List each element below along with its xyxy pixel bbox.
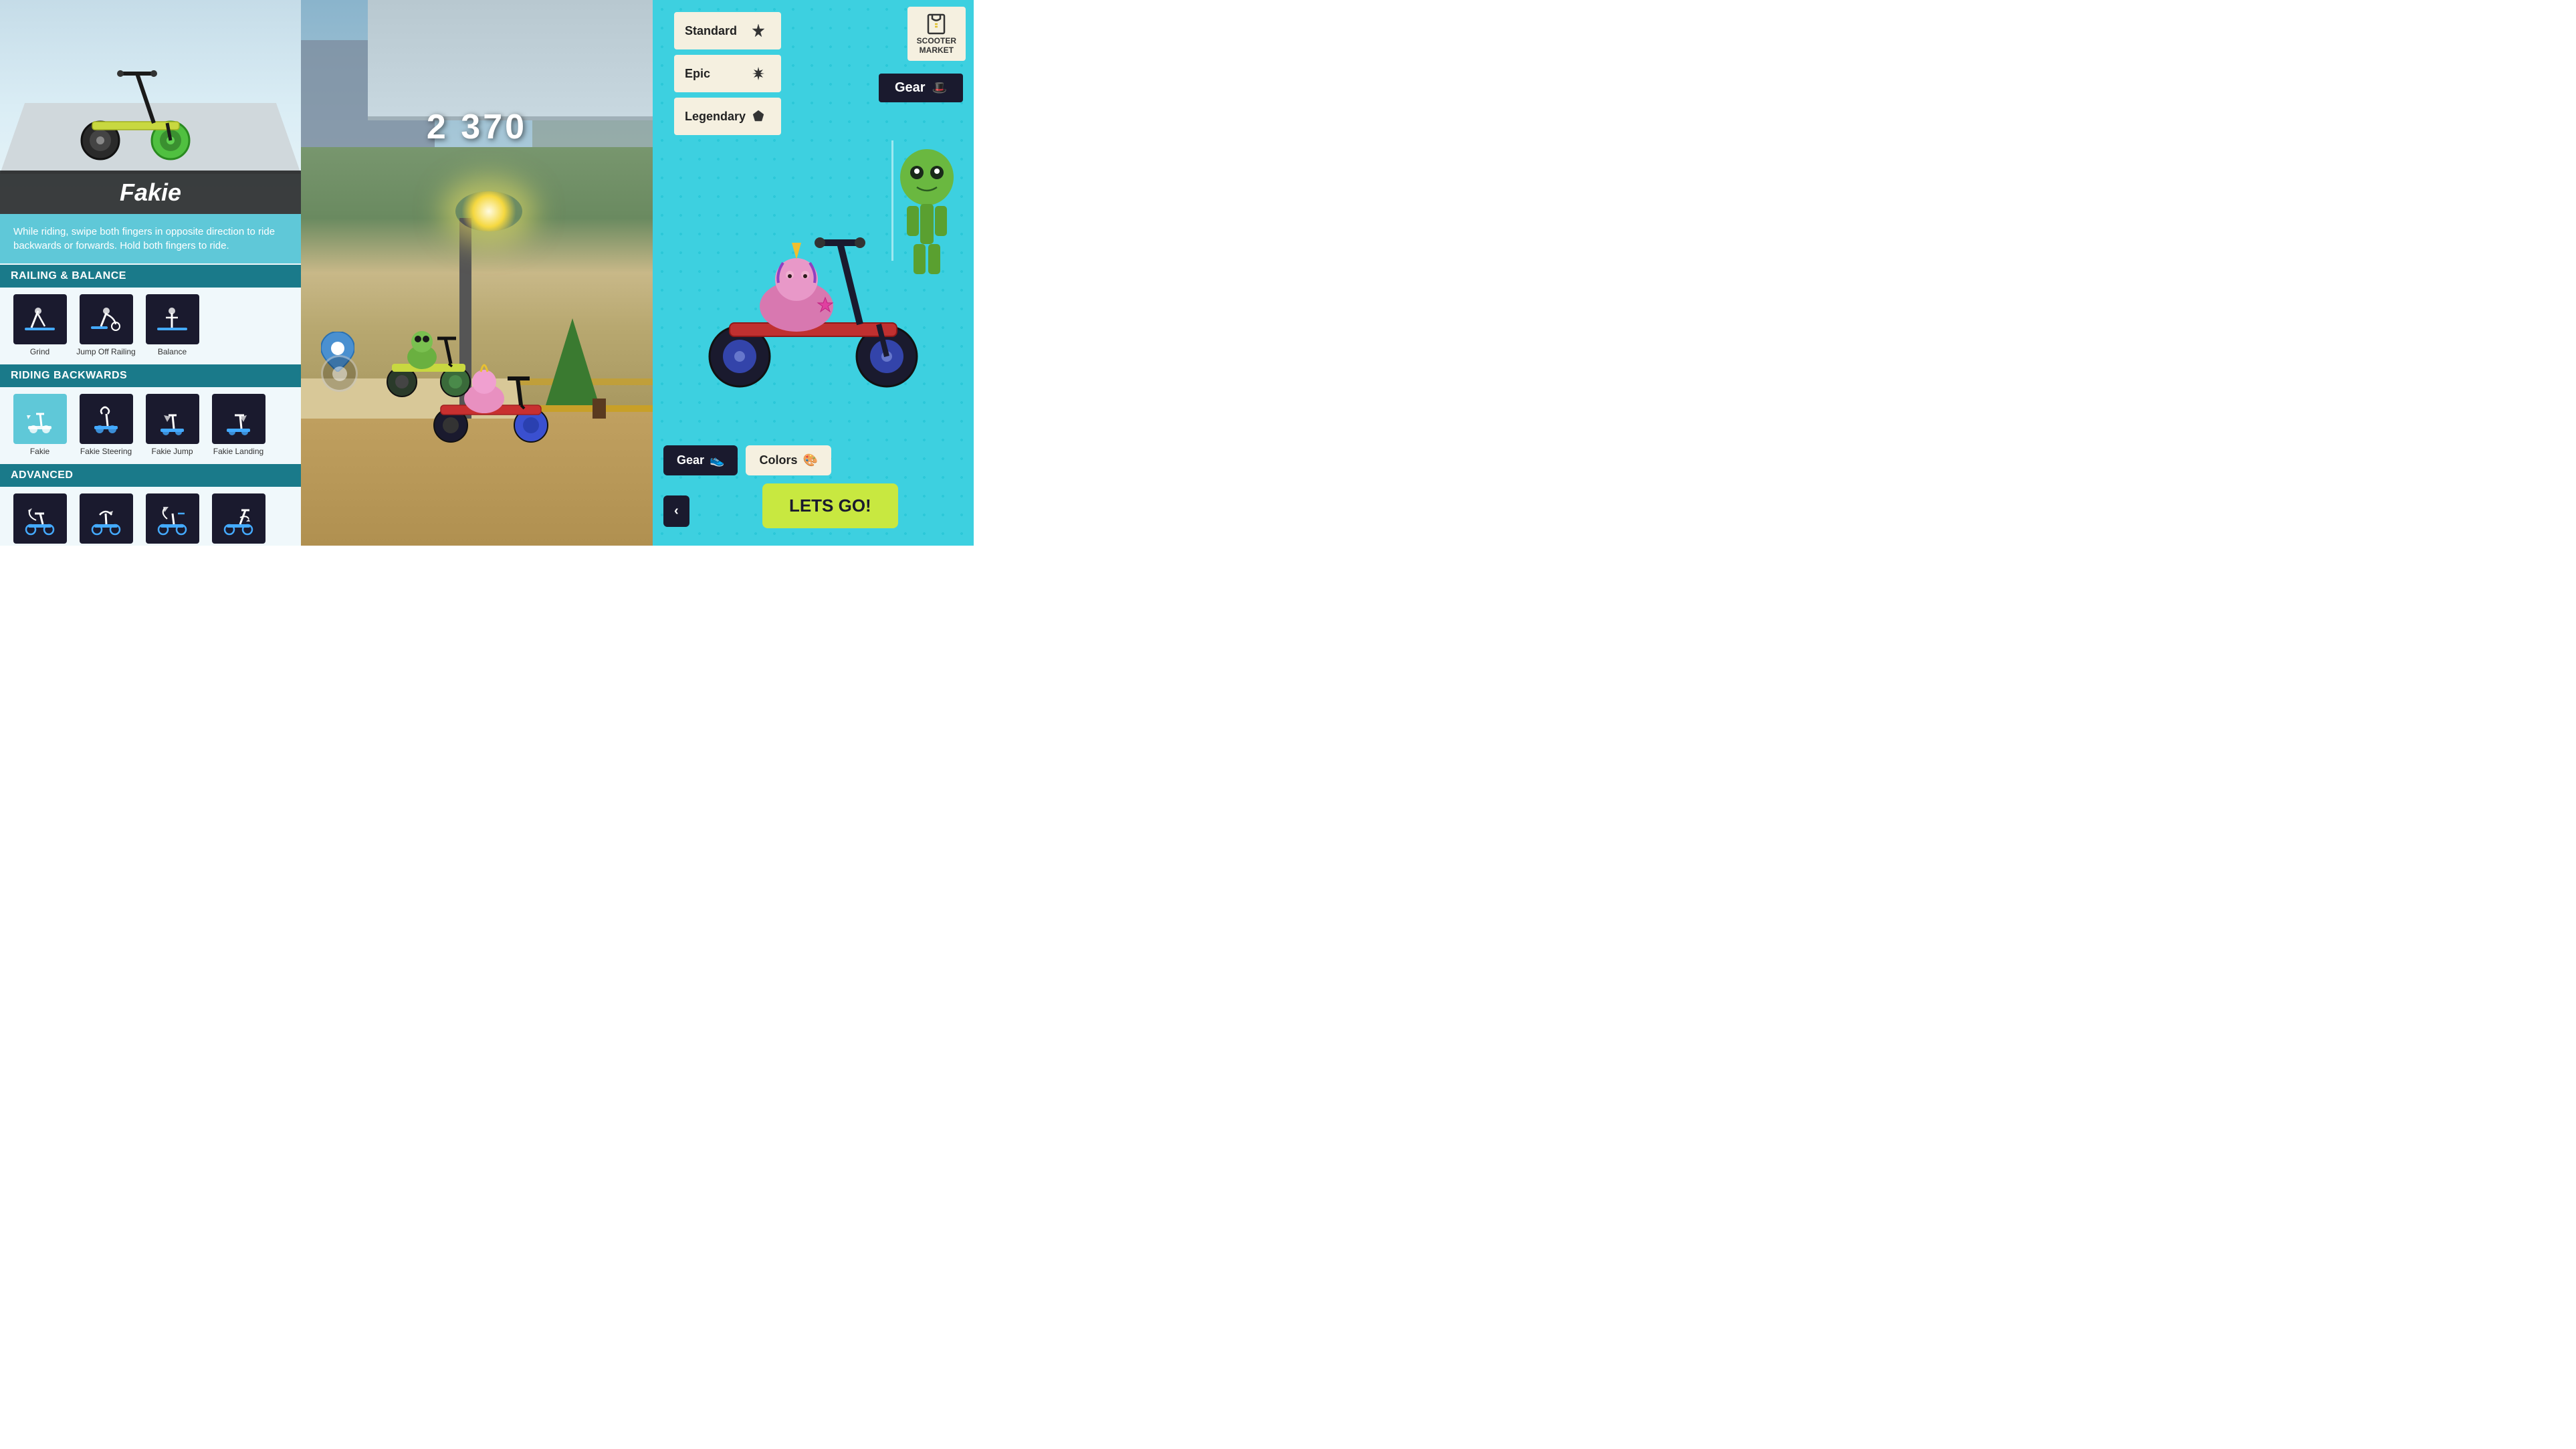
middle-panel: 2 370 bbox=[301, 0, 653, 546]
interior-ceiling bbox=[368, 0, 653, 120]
legendary-label: Legendary bbox=[685, 110, 746, 124]
epic-label: Epic bbox=[685, 67, 710, 81]
epic-icon bbox=[746, 62, 770, 86]
fakie-jump-label: Fakie Jump bbox=[151, 447, 193, 456]
joystick-indicator bbox=[321, 355, 358, 392]
joystick-dot bbox=[332, 366, 347, 381]
trick-name-banner: Fakie bbox=[0, 171, 301, 214]
gear-button-icon: 👟 bbox=[710, 453, 724, 467]
bottom-up-reverse-tailwhip-icon bbox=[146, 493, 199, 544]
tree-trunk-right bbox=[593, 399, 606, 419]
scooter-illustration bbox=[67, 53, 201, 160]
standard-label: Standard bbox=[685, 24, 737, 38]
fakie-icon bbox=[13, 394, 67, 444]
balance-label: Balance bbox=[158, 347, 187, 356]
fakie-landing-label: Fakie Landing bbox=[213, 447, 263, 456]
rarity-epic-button[interactable]: Epic bbox=[674, 55, 781, 92]
rarity-buttons: Standard Epic Legendary bbox=[663, 7, 792, 140]
scooter-display-area bbox=[653, 140, 974, 439]
trick-item-bottom-up-reverse-tailwhip[interactable]: Bottom-Up Reverse Tailwhip bbox=[140, 493, 204, 546]
market-title: SCOOTER MARKET bbox=[917, 36, 956, 55]
trick-item-fakie[interactable]: Fakie bbox=[8, 394, 72, 456]
trick-item-fakie-landing[interactable]: Fakie Landing bbox=[207, 394, 270, 456]
game-view: 2 370 bbox=[301, 0, 653, 546]
trick-item-fakie-steering[interactable]: Fakie Steering bbox=[74, 394, 138, 456]
balance-icon bbox=[146, 294, 199, 344]
gear-button[interactable]: Gear 👟 bbox=[663, 445, 738, 475]
trick-item-jump-off-railing[interactable]: Jump Off Railing bbox=[74, 294, 138, 356]
trick-item-bottom-up-barspin[interactable]: Bottom-Up Barspin bbox=[74, 493, 138, 546]
top-right-controls: SCOOTER MARKET Gear 🎩 bbox=[907, 7, 966, 140]
gear-tab-label: Gear bbox=[895, 80, 926, 96]
fakie-steering-label: Fakie Steering bbox=[80, 447, 132, 456]
trick-item-reverse-tailwhip[interactable]: Reverse Tailwhip bbox=[8, 493, 72, 546]
section-header-riding-backwards: RIDING BACKWARDS bbox=[0, 364, 301, 387]
fakie-label: Fakie bbox=[30, 447, 49, 456]
advanced-tricks-grid: Reverse Tailwhip Bottom-Up Barspin bbox=[0, 487, 301, 546]
back-icon: ‹ bbox=[674, 504, 679, 518]
top-row: Standard Epic Legendary bbox=[653, 0, 974, 140]
gear-button-label: Gear bbox=[677, 453, 704, 467]
standard-icon bbox=[746, 19, 770, 43]
legendary-icon bbox=[746, 104, 770, 128]
fakie-jump-icon bbox=[146, 394, 199, 444]
colors-button-icon: 🎨 bbox=[802, 453, 817, 467]
trick-item-grind[interactable]: Grind bbox=[8, 294, 72, 356]
rarity-legendary-button[interactable]: Legendary bbox=[674, 98, 781, 135]
backwards-tricks-grid: Fakie Fakie Steering bbox=[0, 387, 301, 463]
section-header-advanced: ADVANCED bbox=[0, 464, 301, 487]
bottom-controls: Gear 👟 Colors 🎨 ‹ LETS GO! bbox=[653, 439, 974, 546]
grind-icon bbox=[13, 294, 67, 344]
active-gear-tab[interactable]: Gear 🎩 bbox=[879, 74, 963, 102]
right-panel: Standard Epic Legendary bbox=[653, 0, 974, 546]
jump-off-railing-icon bbox=[80, 294, 133, 344]
left-panel: Fakie While riding, swipe both fingers i… bbox=[0, 0, 301, 546]
alien-character bbox=[887, 147, 967, 281]
grind-label: Grind bbox=[30, 347, 49, 356]
score-display: 2 370 bbox=[427, 107, 527, 147]
market-logo: SCOOTER MARKET bbox=[907, 7, 966, 61]
scooter-preview: Fakie bbox=[0, 0, 301, 214]
section-header-railing: RAILING & BALANCE bbox=[0, 265, 301, 288]
rarity-standard-button[interactable]: Standard bbox=[674, 12, 781, 49]
reverse-front-rider-flip-icon bbox=[212, 493, 265, 544]
trick-item-reverse-front-rider-flip[interactable]: Reverse Front Rider Flip bbox=[207, 493, 270, 546]
fakie-steering-icon bbox=[80, 394, 133, 444]
jump-off-railing-label: Jump Off Railing bbox=[76, 347, 135, 356]
back-button[interactable]: ‹ bbox=[663, 495, 689, 527]
trick-name: Fakie bbox=[120, 179, 181, 207]
scooter-character-2 bbox=[379, 285, 479, 399]
action-row: ‹ LETS GO! bbox=[663, 483, 963, 539]
colors-button-label: Colors bbox=[759, 453, 797, 467]
gear-tab-icon: 🎩 bbox=[932, 81, 947, 95]
lets-go-label: LETS GO! bbox=[789, 495, 871, 516]
fakie-landing-icon bbox=[212, 394, 265, 444]
lets-go-button[interactable]: LETS GO! bbox=[762, 483, 898, 528]
trick-item-fakie-jump[interactable]: Fakie Jump bbox=[140, 394, 204, 456]
railing-tricks-grid: Grind Jump Off Railing bbox=[0, 288, 301, 363]
colors-button[interactable]: Colors 🎨 bbox=[746, 445, 831, 475]
reverse-tailwhip-icon bbox=[13, 493, 67, 544]
trick-item-balance[interactable]: Balance bbox=[140, 294, 204, 356]
tricks-list: RAILING & BALANCE Grind bbox=[0, 263, 301, 546]
bottom-up-barspin-icon bbox=[80, 493, 133, 544]
bottom-button-row: Gear 👟 Colors 🎨 bbox=[663, 445, 963, 475]
lamp-light bbox=[455, 191, 522, 231]
trick-description: While riding, swipe both fingers in oppo… bbox=[0, 214, 301, 263]
